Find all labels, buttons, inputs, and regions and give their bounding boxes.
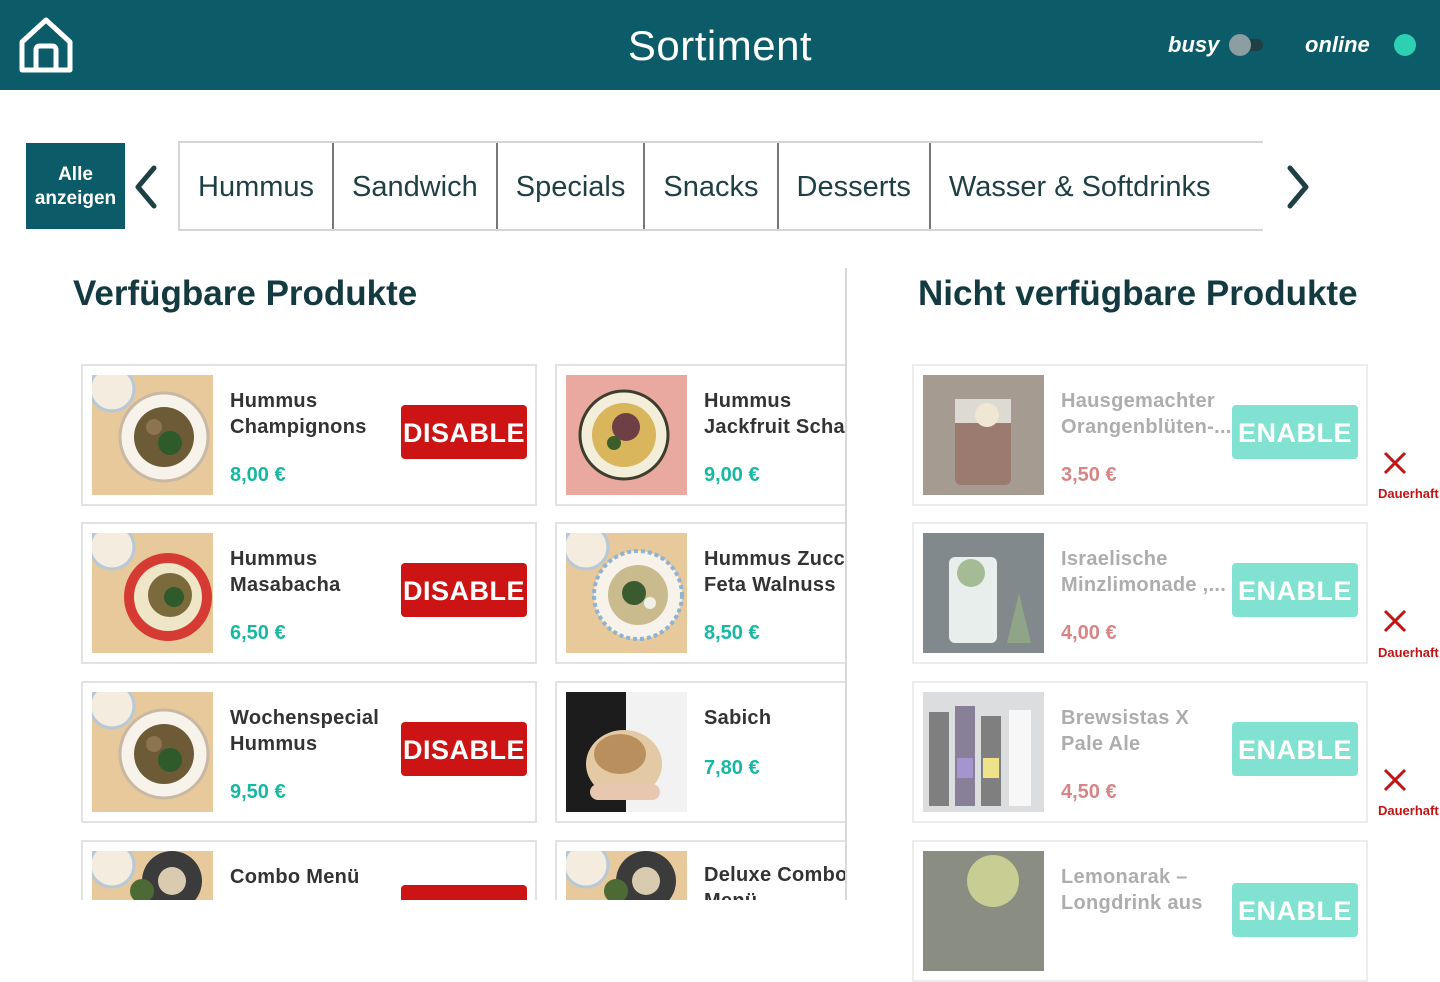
permanent-label: Dauerhaft	[1378, 803, 1439, 818]
close-icon	[1383, 451, 1407, 475]
product-name-line1: Lemonarak –	[1061, 866, 1188, 888]
product-name: Israelische Minzlimonade ,...	[1061, 546, 1226, 598]
enable-button[interactable]: ENABLE	[1232, 563, 1358, 617]
product-name-line2: Pale Ale	[1061, 733, 1141, 755]
enable-button[interactable]: ENABLE	[1232, 722, 1358, 776]
product-name: Hausgemachter Orangenblüten-...	[1061, 388, 1232, 440]
product-image	[92, 375, 213, 495]
available-products-list: Hummus Champignons 8,00 € DISABLE Hummus J…	[0, 0, 845, 900]
remove-permanently-button[interactable]	[1380, 765, 1410, 795]
product-price: 8,50 €	[704, 622, 760, 644]
product-card: Hummus Masabacha 6,50 € DISABLE	[81, 522, 537, 664]
busy-toggle[interactable]: busy	[1168, 30, 1264, 60]
disable-button[interactable]: DISABLE	[401, 885, 527, 900]
online-switch-knob	[1393, 34, 1416, 56]
product-card: Wochenspecial Hummus 9,50 € DISABLE	[81, 681, 537, 823]
disable-button[interactable]: DISABLE	[401, 563, 527, 617]
close-icon	[1383, 609, 1407, 633]
column-divider	[845, 268, 847, 900]
product-name-line2: Orangenblüten-...	[1061, 416, 1232, 438]
product-name-line2: Menü	[704, 888, 845, 900]
remove-permanently-button[interactable]	[1380, 606, 1410, 636]
product-image	[923, 692, 1044, 812]
product-name-line1: Wochenspecial	[230, 707, 380, 729]
product-name-line1: Hummus Zucchini	[704, 548, 845, 570]
product-name-line1: Brewsistas X	[1061, 707, 1190, 729]
product-card: Combo Menü DISABLE	[81, 840, 537, 900]
categories-next-button[interactable]	[1280, 160, 1316, 214]
product-name: Combo Menü	[230, 864, 360, 890]
product-name-line2: Feta Walnuss	[704, 574, 836, 596]
busy-switch-knob	[1229, 34, 1252, 56]
product-card: Hummus Zucchini Feta Walnuss 8,50 €	[555, 522, 845, 664]
product-price: 4,50 €	[1061, 781, 1117, 803]
unavailable-product-card: Lemonarak – Longdrink aus ENABLE	[912, 840, 1368, 982]
product-image	[923, 375, 1044, 495]
product-name-line2: Hummus	[230, 733, 318, 755]
product-name-line1: Israelische	[1061, 548, 1168, 570]
product-name: Hummus Zucchini Feta Walnuss	[704, 546, 845, 598]
product-price: 7,80 €	[704, 757, 760, 779]
unavailable-product-card: Israelische Minzlimonade ,... 4,00 € ENAB…	[912, 522, 1368, 664]
product-image	[923, 533, 1044, 653]
product-name-line2: Longdrink aus	[1061, 892, 1203, 914]
product-image	[92, 692, 213, 812]
product-image	[566, 375, 687, 495]
online-toggle[interactable]: online	[1305, 30, 1416, 60]
product-name-line1: Hummus	[230, 548, 318, 570]
product-name-line1: Hummus	[230, 390, 318, 412]
enable-button[interactable]: ENABLE	[1232, 405, 1358, 459]
product-name-line2: Masabacha	[230, 574, 341, 596]
product-card: Hummus Champignons 8,00 € DISABLE	[81, 364, 537, 506]
permanent-label: Dauerhaft	[1378, 486, 1439, 501]
product-price: 6,50 €	[230, 622, 286, 644]
product-image	[566, 851, 687, 900]
product-name-line2: Jackfruit Schawarma	[704, 416, 845, 438]
product-price: 3,50 €	[1061, 464, 1117, 486]
product-image	[566, 692, 687, 812]
product-image	[566, 533, 687, 653]
product-name-line1: Combo Menü	[230, 866, 360, 888]
close-icon	[1383, 768, 1407, 792]
product-name: Hummus Masabacha	[230, 546, 341, 598]
product-image	[92, 533, 213, 653]
product-card: Deluxe Combo Menü	[555, 840, 845, 900]
product-name-line1: Deluxe Combo	[704, 864, 845, 886]
busy-label: busy	[1168, 32, 1220, 57]
product-image	[92, 851, 213, 900]
product-name-line1: Sabich	[704, 707, 772, 729]
remove-permanently-button[interactable]	[1380, 448, 1410, 478]
product-price: 4,00 €	[1061, 622, 1117, 644]
product-name: Sabich	[704, 705, 771, 731]
disable-button[interactable]: DISABLE	[401, 722, 527, 776]
product-name: Deluxe Combo Menü	[704, 862, 845, 900]
product-price: 9,50 €	[230, 781, 286, 803]
unavailable-products-heading: Nicht verfügbare Produkte	[918, 274, 1358, 313]
product-name: Wochenspecial Hummus	[230, 705, 379, 757]
product-price: 8,00 €	[230, 464, 286, 486]
product-image	[923, 851, 1044, 971]
product-name: Brewsistas X Pale Ale	[1061, 705, 1189, 757]
product-card: Sabich 7,80 €	[555, 681, 845, 823]
online-label: online	[1305, 32, 1370, 57]
chevron-right-icon	[1287, 165, 1309, 209]
enable-button[interactable]: ENABLE	[1232, 883, 1358, 937]
tab-wasser-softdrinks[interactable]: Wasser & Softdrinks	[931, 143, 1229, 229]
product-name-line2: Minzlimonade ,...	[1061, 574, 1227, 596]
product-name-line1: Hummus	[704, 390, 792, 412]
permanent-label: Dauerhaft	[1378, 645, 1439, 660]
product-name-line1: Hausgemachter	[1061, 390, 1215, 412]
product-name: Hummus Jackfruit Schawarma	[704, 388, 845, 440]
product-name-line2: Champignons	[230, 416, 367, 438]
disable-button[interactable]: DISABLE	[401, 405, 527, 459]
unavailable-product-card: Hausgemachter Orangenblüten-... 3,50 € EN…	[912, 364, 1368, 506]
online-switch[interactable]	[1384, 34, 1416, 56]
product-card: Hummus Jackfruit Schawarma 9,00 €	[555, 364, 845, 506]
busy-switch[interactable]	[1229, 34, 1264, 56]
unavailable-product-card: Brewsistas X Pale Ale 4,50 € ENABLE	[912, 681, 1368, 823]
product-name: Hummus Champignons	[230, 388, 367, 440]
product-price: 9,00 €	[704, 464, 760, 486]
product-name: Lemonarak – Longdrink aus	[1061, 864, 1203, 916]
